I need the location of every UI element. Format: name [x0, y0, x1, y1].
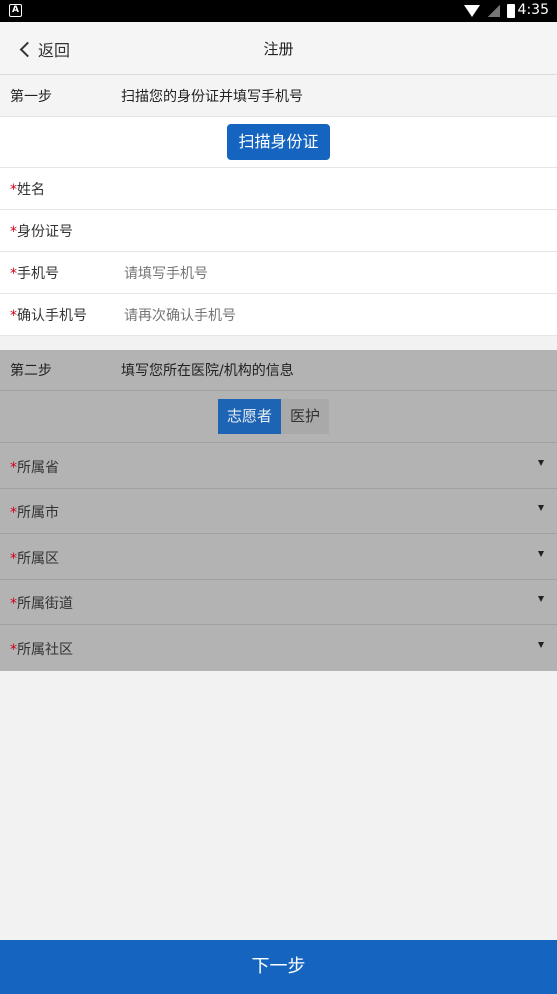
id-number-label: *身份证号: [10, 224, 73, 240]
battery-icon: [507, 4, 515, 18]
confirm-phone-label: *确认手机号: [10, 308, 87, 324]
step2-section: 第二步 填写您所在医院/机构的信息 志愿者 医护 *所属省 *所属市 *所属区 …: [0, 350, 557, 671]
community-label: *所属社区: [10, 642, 73, 658]
phone-label: *手机号: [10, 266, 59, 282]
scan-id-card-button[interactable]: 扫描身份证: [227, 124, 330, 160]
province-dropdown[interactable]: *所属省: [0, 443, 557, 489]
status-time: 4:35: [517, 2, 549, 18]
district-label: *所属区: [10, 551, 59, 567]
wifi-icon: [464, 5, 480, 17]
dropdown-arrow-icon: [538, 642, 544, 648]
app-notification-icon: A: [9, 4, 22, 17]
step2-description: 填写您所在医院/机构的信息: [121, 363, 294, 379]
phone-field-row: *手机号: [0, 252, 557, 294]
id-number-input[interactable]: [124, 220, 544, 242]
next-step-button[interactable]: 下一步: [0, 940, 557, 994]
nav-bar: 返回 注册: [0, 22, 557, 75]
confirm-phone-input[interactable]: [124, 304, 544, 326]
step1-description: 扫描您的身份证并填写手机号: [121, 89, 303, 105]
province-label: *所属省: [10, 460, 59, 476]
name-field-row: *姓名: [0, 168, 557, 210]
role-selector-row: 志愿者 医护: [0, 391, 557, 443]
step2-header: 第二步 填写您所在医院/机构的信息: [0, 350, 557, 391]
id-number-field-row: *身份证号: [0, 210, 557, 252]
community-dropdown[interactable]: *所属社区: [0, 625, 557, 671]
confirm-phone-field-row: *确认手机号: [0, 294, 557, 336]
street-dropdown[interactable]: *所属街道: [0, 580, 557, 625]
status-bar: A 4:35: [0, 0, 557, 22]
city-label: *所属市: [10, 505, 59, 521]
dropdown-arrow-icon: [538, 505, 544, 511]
step2-label: 第二步: [10, 363, 52, 379]
role-volunteer-tab[interactable]: 志愿者: [218, 399, 282, 434]
dropdown-arrow-icon: [538, 596, 544, 602]
dropdown-arrow-icon: [538, 460, 544, 466]
scan-row: 扫描身份证: [0, 117, 557, 168]
role-segmented-control: 志愿者 医护: [218, 399, 330, 434]
city-dropdown[interactable]: *所属市: [0, 489, 557, 534]
step1-label: 第一步: [10, 89, 52, 105]
name-label: *姓名: [10, 182, 45, 198]
cell-signal-icon: [488, 5, 500, 17]
name-input[interactable]: [124, 178, 544, 200]
phone-input[interactable]: [124, 262, 544, 284]
role-medical-tab[interactable]: 医护: [281, 399, 330, 434]
district-dropdown[interactable]: *所属区: [0, 534, 557, 580]
street-label: *所属街道: [10, 596, 73, 612]
step1-header: 第一步 扫描您的身份证并填写手机号: [0, 75, 557, 117]
page-title: 注册: [263, 40, 294, 58]
dropdown-arrow-icon: [538, 551, 544, 557]
